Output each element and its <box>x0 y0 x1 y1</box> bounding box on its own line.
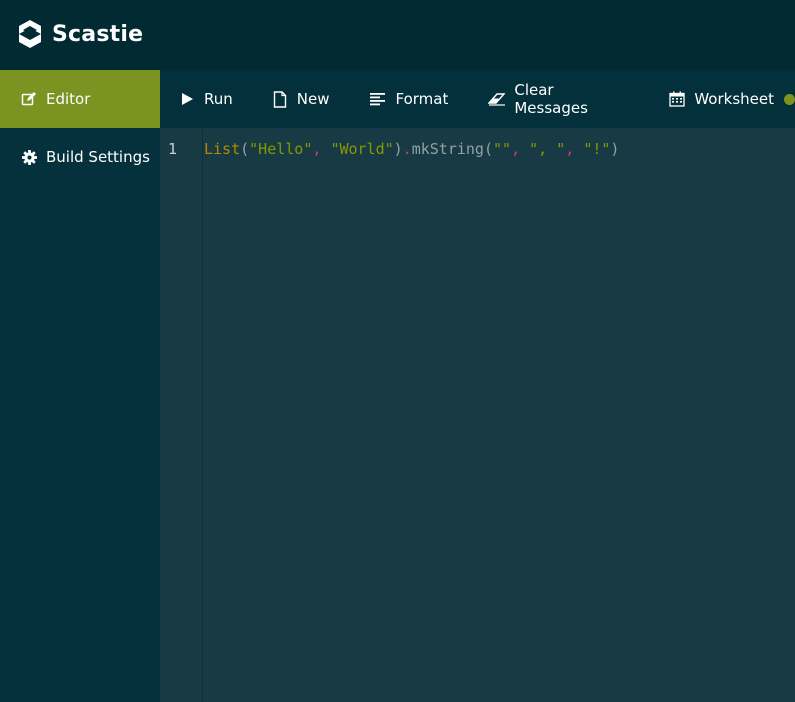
scastie-logo[interactable]: Scastie <box>18 19 143 49</box>
line-number: 1 <box>168 140 178 158</box>
line-gutter: 1 <box>160 128 203 702</box>
edit-icon <box>20 90 38 108</box>
code-token: ) <box>393 140 403 158</box>
app-title: Scastie <box>52 21 144 47</box>
calendar-icon <box>668 90 686 108</box>
worksheet-toggle[interactable]: Worksheet <box>668 70 795 128</box>
code-token: List <box>204 140 241 158</box>
align-left-icon <box>369 90 387 108</box>
clear-messages-button[interactable]: Clear Messages <box>488 70 630 128</box>
toolbar: Run New Format Clear Messages Worksheet <box>160 70 795 128</box>
sidebar-item-label: Build Settings <box>46 148 150 166</box>
worksheet-label: Worksheet <box>694 90 774 108</box>
format-button[interactable]: Format <box>369 70 448 128</box>
gear-icon <box>20 148 38 166</box>
code-token: ( <box>240 140 250 158</box>
code-token: "" <box>493 140 512 158</box>
top-bar: Scastie <box>0 0 795 70</box>
play-icon <box>178 90 196 108</box>
code-token: ) <box>610 140 620 158</box>
sidebar-item-editor[interactable]: Editor <box>0 70 160 128</box>
sidebar-item-label: Editor <box>46 90 91 108</box>
run-label: Run <box>204 90 233 108</box>
code-token: . <box>402 140 412 158</box>
new-label: New <box>296 90 330 108</box>
code-token: ( <box>483 140 493 158</box>
code-token: ", " <box>529 140 566 158</box>
worksheet-status-dot <box>784 93 795 105</box>
sidebar: Editor Build Settings <box>0 70 160 702</box>
code-token: , <box>565 140 575 158</box>
scastie-logo-icon <box>19 20 41 48</box>
format-label: Format <box>395 90 449 108</box>
clear-messages-label: Clear Messages <box>514 81 588 117</box>
run-button[interactable]: Run <box>178 70 233 128</box>
code-token: , <box>511 140 521 158</box>
code-token: mkString <box>411 140 484 158</box>
file-icon <box>271 90 289 108</box>
code-token: "!" <box>583 140 611 158</box>
eraser-icon <box>488 90 506 108</box>
new-button[interactable]: New <box>271 70 330 128</box>
code-token: "World" <box>330 140 394 158</box>
code-token: "Hello" <box>249 140 313 158</box>
code-editor[interactable]: 1 List("Hello", "World").mkString("", ",… <box>160 128 795 702</box>
code-line[interactable]: List("Hello", "World").mkString("", ", "… <box>204 140 619 158</box>
sidebar-item-build-settings[interactable]: Build Settings <box>0 128 160 186</box>
